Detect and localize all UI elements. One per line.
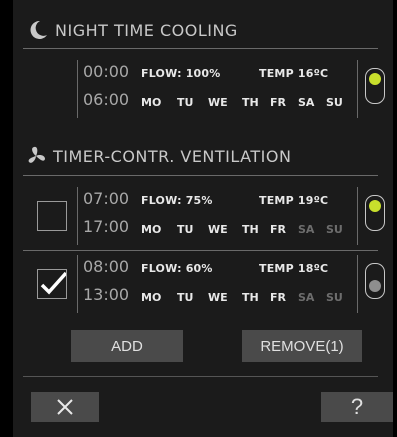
toggle-knob	[369, 73, 381, 85]
day-th: TH	[242, 291, 259, 304]
day-we: WE	[208, 291, 228, 304]
row-separator	[77, 60, 78, 118]
row-select-checkbox[interactable]	[37, 269, 68, 299]
checkmark-icon	[40, 271, 68, 295]
day-list: MO TU WE TH FR SA SU	[141, 96, 346, 109]
temp-label: TEMP 16ºC	[259, 67, 329, 80]
moon-icon	[27, 19, 49, 41]
night-cooling-toggle[interactable]	[365, 68, 385, 104]
flow-label: FLOW: 100%	[141, 67, 221, 80]
settings-panel: NIGHT TIME COOLING 00:00 06:00 FLOW: 100…	[13, 0, 393, 437]
day-mo: MO	[141, 223, 162, 236]
temp-label: TEMP 19ºC	[259, 194, 329, 207]
row-select-checkbox[interactable]	[37, 201, 67, 231]
day-tu: TU	[177, 291, 194, 304]
temp-label: TEMP 18ºC	[259, 262, 329, 275]
flow-label: FLOW: 75%	[141, 194, 213, 207]
day-mo: MO	[141, 96, 162, 109]
timer-row-2[interactable]: 08:00 13:00 FLOW: 60% TEMP 18ºC MO TU WE…	[13, 253, 393, 313]
end-time: 06:00	[83, 90, 130, 109]
toggle-knob	[369, 280, 381, 292]
close-icon	[57, 399, 73, 415]
day-sa: SA	[298, 223, 315, 236]
help-button[interactable]: ?	[321, 392, 393, 422]
flow-label: FLOW: 60%	[141, 262, 213, 275]
night-cooling-row[interactable]: 00:00 06:00 FLOW: 100% TEMP 16ºC MO TU W…	[13, 58, 393, 118]
night-cooling-title: NIGHT TIME COOLING	[55, 20, 238, 40]
day-th: TH	[242, 223, 259, 236]
row-separator	[357, 60, 358, 118]
day-tu: TU	[177, 96, 194, 109]
add-button[interactable]: ADD	[71, 330, 183, 362]
row-separator	[357, 255, 358, 313]
timer-row-1-toggle[interactable]	[365, 195, 385, 231]
timer-row-1[interactable]: 07:00 17:00 FLOW: 75% TEMP 19ºC MO TU WE…	[13, 185, 393, 245]
section-divider	[23, 175, 378, 176]
remove-button[interactable]: REMOVE(1)	[242, 330, 362, 362]
start-time: 07:00	[83, 189, 130, 208]
row-separator	[77, 255, 78, 313]
row-separator	[357, 187, 358, 245]
close-button[interactable]	[31, 392, 99, 422]
timer-row-2-toggle[interactable]	[365, 263, 385, 299]
toggle-knob	[369, 200, 381, 212]
row-separator	[77, 187, 78, 245]
day-we: WE	[208, 96, 228, 109]
day-sa: SA	[298, 96, 315, 109]
fan-icon	[25, 145, 47, 167]
row-divider	[23, 250, 378, 251]
start-time: 08:00	[83, 257, 130, 276]
timer-ventilation-title: TIMER-CONTR. VENTILATION	[53, 146, 292, 166]
day-tu: TU	[177, 223, 194, 236]
day-su: SU	[326, 291, 343, 304]
start-time: 00:00	[83, 62, 130, 81]
day-list: MO TU WE TH FR SA SU	[141, 223, 346, 236]
footer-divider	[23, 376, 378, 377]
day-fr: FR	[270, 96, 286, 109]
day-mo: MO	[141, 291, 162, 304]
day-fr: FR	[270, 223, 286, 236]
night-cooling-header: NIGHT TIME COOLING	[27, 14, 238, 46]
day-fr: FR	[270, 291, 286, 304]
end-time: 13:00	[83, 285, 130, 304]
day-su: SU	[326, 96, 343, 109]
day-su: SU	[326, 223, 343, 236]
day-we: WE	[208, 223, 228, 236]
section-divider	[23, 48, 378, 49]
end-time: 17:00	[83, 217, 130, 236]
timer-ventilation-header: TIMER-CONTR. VENTILATION	[25, 140, 291, 172]
day-list: MO TU WE TH FR SA SU	[141, 291, 346, 304]
day-th: TH	[242, 96, 259, 109]
day-sa: SA	[298, 291, 315, 304]
